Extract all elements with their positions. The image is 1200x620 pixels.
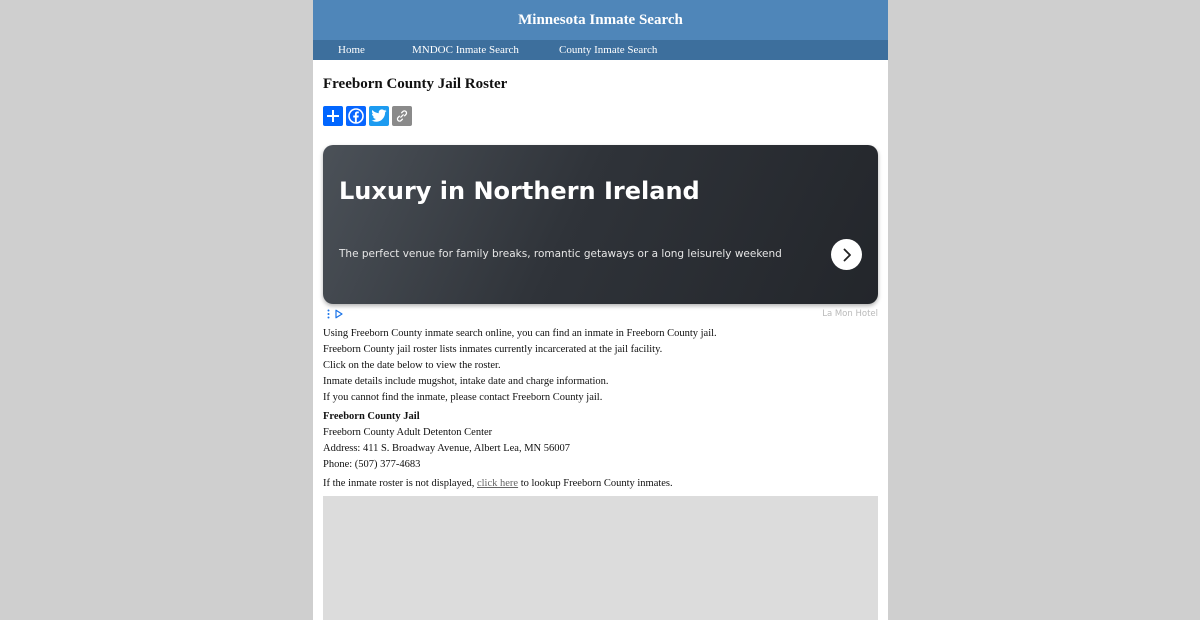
copy-link-icon: [396, 110, 408, 122]
roster-lookup-link[interactable]: click here: [477, 478, 518, 489]
adchoices-icon[interactable]: [326, 309, 346, 319]
site-header: Minnesota Inmate Search: [313, 0, 888, 40]
ad-footer: La Mon Hotel: [323, 304, 878, 322]
nav-mndoc-inmate-search[interactable]: MNDOC Inmate Search: [412, 40, 519, 60]
main-content: Freeborn County Jail Roster Luxury in No…: [313, 76, 888, 620]
roster-note: If the inmate roster is not displayed, c…: [323, 476, 878, 492]
ad-arrow-button[interactable]: [831, 239, 862, 270]
share-button[interactable]: [323, 106, 343, 126]
twitter-share-button[interactable]: [369, 106, 389, 126]
intro-line: Using Freeborn County inmate search onli…: [323, 328, 717, 339]
main-nav: Home MNDOC Inmate Search County Inmate S…: [313, 40, 888, 60]
intro-line: Inmate details include mugshot, intake d…: [323, 376, 609, 387]
jail-name: Freeborn County Jail: [323, 411, 420, 422]
roster-note-before: If the inmate roster is not displayed,: [323, 478, 475, 489]
facebook-share-button[interactable]: [346, 106, 366, 126]
site-title[interactable]: Minnesota Inmate Search: [518, 12, 683, 28]
twitter-icon: [371, 109, 387, 122]
jail-phone: Phone: (507) 377-4683: [323, 459, 421, 470]
nav-home[interactable]: Home: [338, 40, 365, 60]
ad-banner[interactable]: Luxury in Northern Ireland The perfect v…: [323, 145, 878, 304]
intro-line: Click on the date below to view the rost…: [323, 360, 501, 371]
jail-info: Freeborn County Jail Freeborn County Adu…: [323, 409, 878, 473]
intro-text: Using Freeborn County inmate search onli…: [323, 326, 878, 406]
plus-icon: [327, 110, 339, 122]
chevron-right-icon: [843, 248, 851, 261]
page-container: Minnesota Inmate Search Home MNDOC Inmat…: [313, 0, 888, 620]
facebook-icon: [348, 108, 364, 124]
intro-line: Freeborn County jail roster lists inmate…: [323, 344, 663, 355]
copy-link-button[interactable]: [392, 106, 412, 126]
jail-address: Address: 411 S. Broadway Avenue, Albert …: [323, 443, 571, 454]
nav-county-inmate-search[interactable]: County Inmate Search: [559, 40, 657, 60]
page-title: Freeborn County Jail Roster: [323, 76, 508, 92]
intro-line: If you cannot find the inmate, please co…: [323, 392, 603, 403]
jail-facility: Freeborn County Adult Detenton Center: [323, 427, 493, 438]
roster-note-after: to lookup Freeborn County inmates.: [520, 478, 673, 489]
ad-description[interactable]: The perfect venue for family breaks, rom…: [339, 248, 782, 260]
roster-embed[interactable]: [323, 496, 878, 620]
ad-title[interactable]: Luxury in Northern Ireland: [339, 177, 700, 205]
ad-advertiser[interactable]: La Mon Hotel: [822, 309, 878, 319]
share-bar: [323, 106, 878, 126]
